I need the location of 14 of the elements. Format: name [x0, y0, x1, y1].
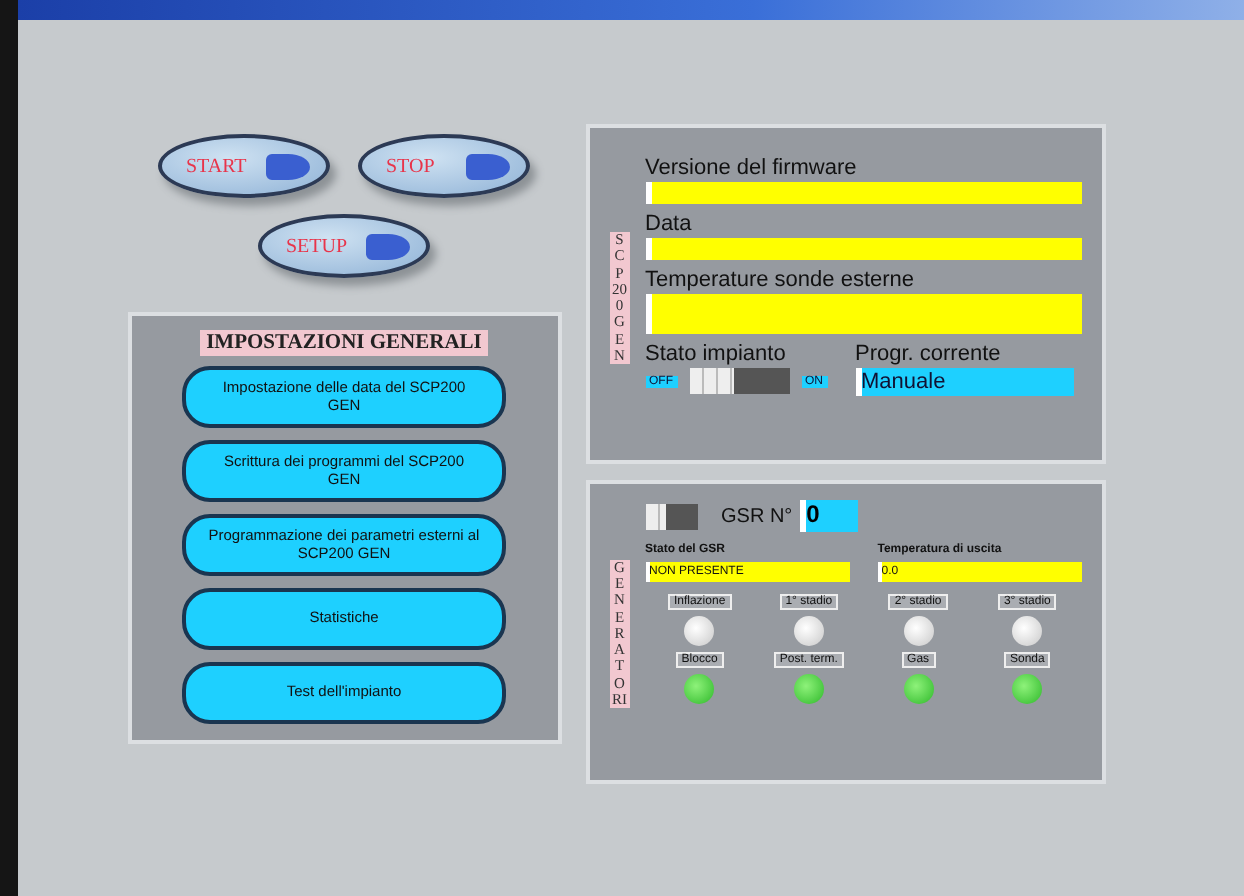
input-field[interactable] [645, 238, 1082, 260]
panel-title: IMPOSTAZIONI GENERALI [200, 330, 488, 356]
field-label: GSR N° [721, 505, 793, 527]
field-label: Data [645, 212, 694, 236]
number-field[interactable]: 0 [800, 500, 859, 532]
program-field[interactable]: Manuale [855, 368, 1073, 396]
toggle-switch[interactable] [645, 503, 697, 529]
field-label: Stato impianto [645, 342, 788, 366]
field-label: Temperature sonde esterne [645, 268, 917, 292]
toggle-switch[interactable] [689, 368, 789, 394]
input-field[interactable] [645, 182, 1082, 204]
input-field[interactable] [645, 294, 1082, 334]
field-label: Versione del firmware [645, 156, 859, 180]
field-label: Progr. corrente [855, 342, 1003, 366]
